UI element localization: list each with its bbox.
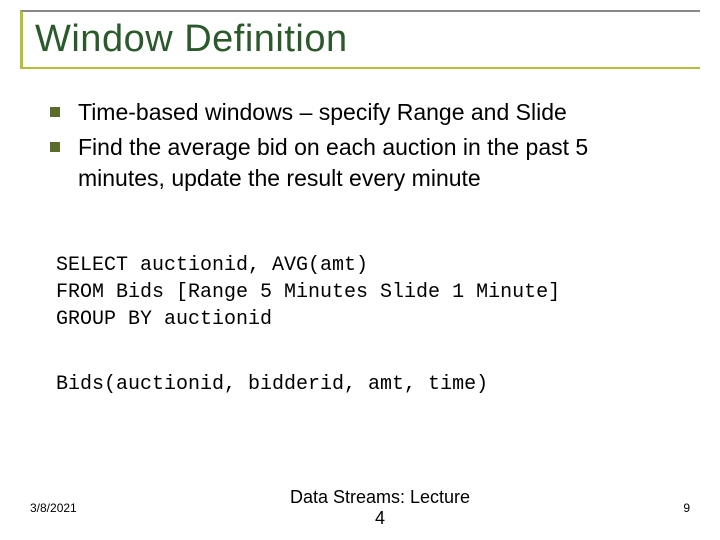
schema-code-block: Bids(auctionid, bidderid, amt, time) bbox=[20, 371, 700, 398]
footer-center-line1: Data Streams: Lecture bbox=[290, 487, 470, 507]
footer-center-line2: 4 bbox=[375, 508, 385, 528]
slide-title: Window Definition bbox=[35, 18, 700, 61]
code-line: Bids(auctionid, bidderid, amt, time) bbox=[56, 373, 488, 396]
bullet-text: Time-based windows – specify Range and S… bbox=[78, 97, 567, 128]
title-area: Window Definition bbox=[20, 10, 700, 69]
bullet-text: Find the average bid on each auction in … bbox=[78, 132, 680, 194]
list-item: Find the average bid on each auction in … bbox=[50, 132, 680, 194]
footer-page-number: 9 bbox=[683, 501, 690, 515]
slide-container: Window Definition Time-based windows – s… bbox=[0, 0, 720, 540]
footer-date: 3/8/2021 bbox=[30, 501, 77, 515]
list-item: Time-based windows – specify Range and S… bbox=[50, 97, 680, 128]
sql-code-block: SELECT auctionid, AVG(amt) FROM Bids [Ra… bbox=[20, 252, 700, 333]
square-bullet-icon bbox=[50, 107, 60, 117]
footer-lecture-label: Data Streams: Lecture 4 bbox=[290, 487, 470, 530]
code-line: GROUP BY auctionid bbox=[56, 308, 272, 331]
bullet-list: Time-based windows – specify Range and S… bbox=[20, 97, 700, 194]
square-bullet-icon bbox=[50, 142, 60, 152]
code-line: FROM Bids [Range 5 Minutes Slide 1 Minut… bbox=[56, 281, 560, 304]
code-line: SELECT auctionid, AVG(amt) bbox=[56, 254, 368, 277]
slide-footer: 3/8/2021 Data Streams: Lecture 4 9 bbox=[0, 487, 720, 530]
